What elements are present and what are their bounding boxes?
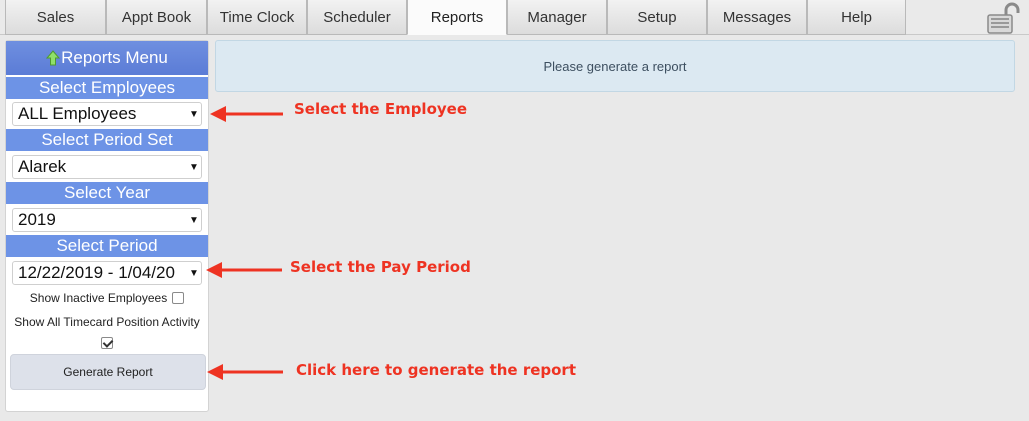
show-position-activity-row: Show All Timecard Position Activity (6, 314, 208, 330)
generate-report-notice: Please generate a report (215, 40, 1015, 92)
employee-select[interactable]: ALL Employees ▼ (12, 102, 202, 126)
annotation-generate-report: Click here to generate the report (296, 361, 576, 379)
select-period-label: Select Period (6, 235, 208, 257)
tab-messages[interactable]: Messages (707, 0, 807, 35)
year-select[interactable]: 2019 ▼ (12, 208, 202, 232)
show-inactive-row: Show Inactive Employees (6, 290, 208, 306)
tab-manager[interactable]: Manager (507, 0, 607, 35)
annotation-arrow-generate (207, 364, 283, 380)
show-position-activity-checkbox[interactable] (101, 337, 113, 349)
tab-time-clock[interactable]: Time Clock (207, 0, 307, 35)
tab-appt-book[interactable]: Appt Book (106, 0, 207, 35)
show-inactive-label: Show Inactive Employees (29, 291, 168, 305)
reports-sidebar: Reports Menu Select Employees ALL Employ… (5, 40, 209, 412)
lock-icon[interactable] (986, 2, 1020, 34)
show-inactive-checkbox[interactable] (172, 292, 185, 304)
reports-menu-title: Reports Menu (61, 48, 168, 67)
pay-period-select-value: 12/22/2019 - 1/04/20 (18, 263, 175, 282)
caret-down-icon: ▼ (189, 267, 199, 279)
tab-help[interactable]: Help (807, 0, 906, 35)
caret-down-icon: ▼ (189, 108, 199, 120)
up-arrow-icon (46, 50, 61, 66)
tab-setup[interactable]: Setup (607, 0, 707, 35)
annotation-select-pay-period: Select the Pay Period (290, 258, 471, 276)
show-position-activity-label: Show All Timecard Position Activity (14, 315, 200, 329)
generate-report-button[interactable]: Generate Report (10, 354, 206, 390)
annotation-select-employee: Select the Employee (294, 100, 468, 118)
annotation-arrow-pay-period (206, 262, 282, 278)
tab-sales[interactable]: Sales (5, 0, 106, 35)
pay-period-select[interactable]: 12/22/2019 - 1/04/20 ▼ (12, 261, 202, 285)
annotation-arrow-employee (210, 106, 283, 122)
select-period-set-label: Select Period Set (6, 129, 208, 151)
top-tab-bar: Sales Appt Book Time Clock Scheduler Rep… (0, 0, 1029, 35)
caret-down-icon: ▼ (189, 161, 199, 173)
show-position-activity-checkbox-row (6, 335, 208, 351)
select-year-label: Select Year (6, 182, 208, 204)
period-set-select[interactable]: Alarek ▼ (12, 155, 202, 179)
reports-menu-header[interactable]: Reports Menu (6, 41, 208, 75)
caret-down-icon: ▼ (189, 214, 199, 226)
period-set-select-value: Alarek (18, 157, 67, 176)
year-select-value: 2019 (18, 210, 56, 229)
employee-select-value: ALL Employees (18, 104, 137, 123)
tab-scheduler[interactable]: Scheduler (307, 0, 407, 35)
select-employees-label: Select Employees (6, 77, 208, 99)
tab-reports[interactable]: Reports (407, 0, 507, 35)
